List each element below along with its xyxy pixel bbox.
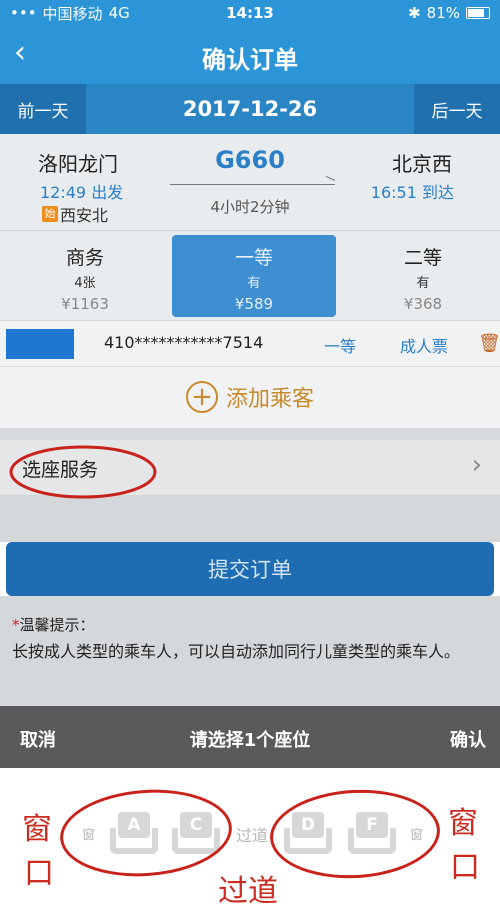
passenger-ticket-type[interactable]: 成人票 — [400, 333, 448, 357]
seat-class-price: ¥1163 — [61, 295, 109, 313]
annotation-window-left-1: 窗 — [22, 812, 52, 847]
aisle-label: 过道 — [236, 826, 269, 845]
trash-icon[interactable]: 🗑 — [478, 333, 500, 354]
divider — [0, 428, 500, 440]
seat-class-price: ¥589 — [234, 295, 274, 313]
annotation-window-right-2: 口 — [450, 850, 480, 885]
add-passenger-label: 添加乘客 — [225, 387, 314, 412]
required-star: * — [12, 616, 20, 634]
passenger-id: 410***********7514 — [104, 333, 264, 352]
passenger-seat-class[interactable]: 一等 — [324, 333, 356, 357]
seat-class-name: 商务 — [65, 247, 104, 269]
annotation-window-left-2: 口 — [24, 856, 54, 891]
arrival-time: 16:51 到达 — [370, 183, 454, 202]
prev-day-button[interactable]: 前一天 — [0, 84, 86, 134]
add-passenger-row: + 添加乘客 — [0, 366, 500, 428]
page-title: 确认订单 — [202, 46, 298, 74]
train-info: 洛阳龙门 12:49 出发 始 西安北 G660 4小时2分钟 北京西 16:5… — [0, 134, 500, 230]
confirm-button[interactable]: 确认 — [450, 726, 486, 752]
picker-title: 请选择1个座位 — [189, 730, 311, 751]
annotation-aisle: 过道 — [218, 874, 278, 905]
submit-order-button[interactable]: 提交订单 — [6, 542, 494, 596]
plus-circle-icon: + — [185, 381, 218, 413]
next-day-button[interactable]: 后一天 — [414, 84, 500, 134]
spacer — [0, 496, 500, 542]
tips-title-text: 温馨提示： — [19, 616, 95, 634]
seat-class-price: ¥368 — [403, 295, 443, 313]
seat-class-count: 有 — [416, 276, 430, 291]
passenger-row[interactable]: 410***********7514 一等 成人票 🗑 — [0, 320, 500, 366]
battery-icon — [466, 7, 490, 19]
passenger-name-redacted — [6, 329, 74, 359]
seat-class-business[interactable]: 商务 4张 ¥1163 — [2, 235, 168, 317]
nav-bar: ‹ 确认订单 — [0, 26, 500, 84]
seat-class-count: 有 — [247, 276, 261, 291]
order-content: 洛阳龙门 12:49 出发 始 西安北 G660 4小时2分钟 北京西 16:5… — [0, 134, 500, 706]
status-time: 14:13 — [226, 4, 274, 22]
annotation-window-right-1: 窗 — [448, 806, 478, 841]
seat-service-label: 选座服务 — [22, 459, 99, 481]
chevron-right-icon: › — [471, 450, 482, 480]
seat-service-row[interactable]: 选座服务 › — [0, 440, 500, 496]
seat-class-second[interactable]: 二等 有 ¥368 — [340, 235, 500, 317]
tips-body: 长按成人类型的乘车人，可以自动添加同行儿童类型的乘车人。 — [12, 642, 461, 661]
seat-class-name: 二等 — [403, 247, 442, 269]
seat-class-row: 商务 4张 ¥1163 一等 有 ¥589 二等 有 ¥368 — [0, 230, 500, 320]
seat-class-name: 一等 — [234, 247, 273, 269]
seat-map: 窗 A C 过道 D F 窗 窗 口 窗 口 过道 — [0, 768, 500, 905]
status-bar: ••• 中国移动 4G 14:13 ✱ 81% — [0, 0, 500, 26]
seat-class-first[interactable]: 一等 有 ¥589 — [172, 235, 336, 317]
to-city: 北京西 — [392, 152, 452, 176]
annotation-circle-left — [57, 784, 235, 882]
route-arrow-icon — [170, 184, 335, 185]
add-passenger-button[interactable]: + 添加乘客 — [0, 381, 500, 413]
tips-section: *温馨提示： 长按成人类型的乘车人，可以自动添加同行儿童类型的乘车人。 — [0, 596, 500, 706]
seat-class-count: 4张 — [74, 276, 96, 291]
date-bar: 前一天 2017-12-26 后一天 — [0, 84, 500, 134]
travel-date[interactable]: 2017-12-26 — [86, 84, 414, 134]
seat-picker-header: 取消 请选择1个座位 确认 — [0, 706, 500, 768]
tips-title: *温馨提示： — [12, 614, 95, 635]
annotation-circle-right — [267, 785, 443, 883]
